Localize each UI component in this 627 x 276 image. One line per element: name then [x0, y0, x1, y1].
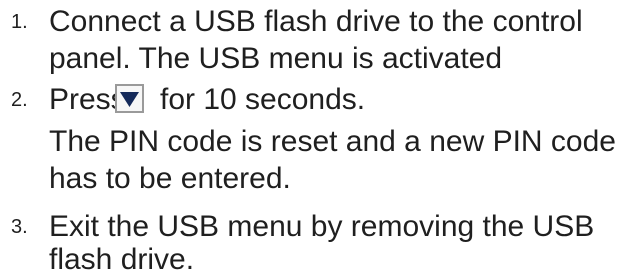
- step-3-text-line-2: flash drive.: [49, 243, 195, 276]
- step-2-duration: for 10 seconds.: [160, 83, 366, 116]
- step-2-result-line-1: The PIN code is reset and a new PIN code: [49, 125, 616, 158]
- step-2-result-line-2: has to be entered.: [49, 162, 291, 195]
- step-3-number: 3.: [11, 216, 28, 238]
- down-arrow-key-icon: [115, 84, 144, 113]
- step-3-text-line-1: Exit the USB menu by removing the USB: [49, 210, 595, 243]
- step-1-number: 1.: [11, 11, 28, 33]
- down-triangle-icon: [120, 92, 139, 107]
- step-2-number: 2.: [11, 89, 28, 111]
- instruction-steps: 1. Connect a USB flash drive to the cont…: [0, 0, 627, 276]
- step-1-text-line-1: Connect a USB flash drive to the control: [49, 5, 583, 38]
- step-1-text-line-2: panel. The USB menu is activated: [49, 42, 503, 75]
